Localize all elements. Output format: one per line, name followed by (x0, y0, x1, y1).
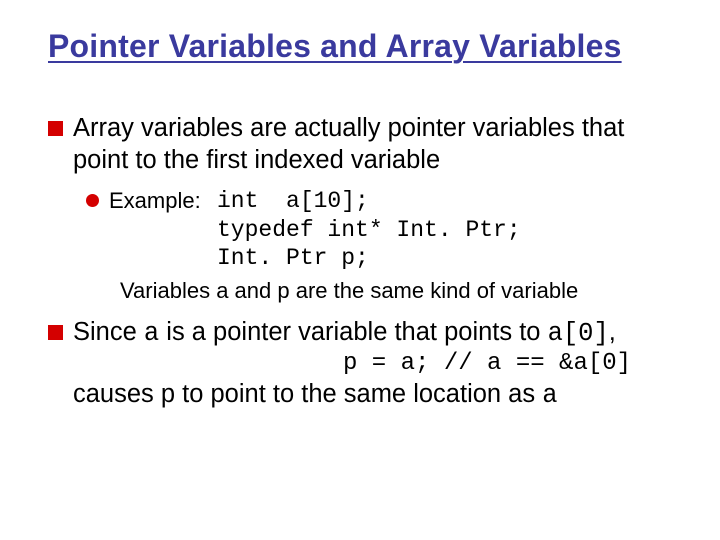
slide: Pointer Variables and Array Variables Ar… (0, 0, 720, 540)
bullet-item-2: Since a is a pointer variable that point… (48, 317, 672, 413)
assignment-code: p = a; // a == &a[0] (343, 349, 672, 379)
bullet-item-1: Array variables are actually pointer var… (48, 113, 672, 177)
example-note: Variables a and p are the same kind of v… (120, 277, 672, 305)
code-line-1: int a[10]; (217, 188, 369, 214)
square-bullet-icon (48, 325, 63, 340)
slide-title: Pointer Variables and Array Variables (48, 28, 672, 65)
bullet-text-2: Since a is a pointer variable that point… (73, 317, 672, 413)
slide-body: Array variables are actually pointer var… (48, 113, 672, 412)
example-label: Example: (109, 187, 217, 273)
bullet-text: Array variables are actually pointer var… (73, 113, 672, 177)
square-bullet-icon (48, 121, 63, 136)
code-line-2: typedef int* Int. Ptr; (217, 217, 521, 243)
disc-bullet-icon (86, 194, 99, 207)
code-line-3: Int. Ptr p; (217, 245, 369, 271)
example-row: Example: int a[10]; typedef int* Int. Pt… (86, 187, 672, 273)
example-code: int a[10]; typedef int* Int. Ptr; Int. P… (217, 187, 547, 273)
